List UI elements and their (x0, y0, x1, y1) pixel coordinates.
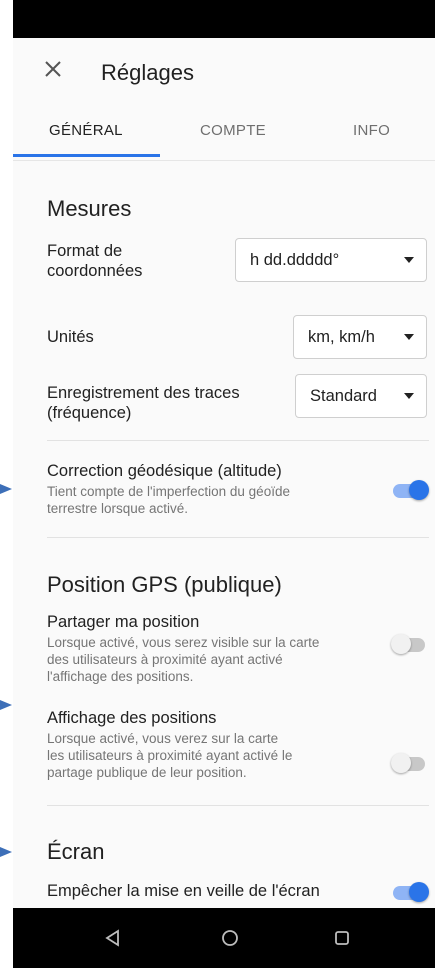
tracks-value: Standard (310, 386, 377, 405)
divider (47, 805, 429, 806)
home-circle-icon[interactable] (218, 926, 242, 950)
navigation-bar (13, 908, 435, 968)
coord-format-value: h dd.ddddd° (250, 250, 340, 269)
active-tab-indicator (13, 154, 160, 157)
app-bar: Réglages (13, 38, 435, 105)
display-positions-toggle[interactable] (391, 753, 427, 773)
divider (47, 537, 429, 538)
share-position-description: Lorsque activé, vous serez visible sur l… (47, 635, 320, 684)
annotation-arrow-icon (0, 700, 12, 710)
geodesic-toggle[interactable] (391, 480, 429, 500)
display-positions-description: Lorsque activé, vous verez sur la carte … (47, 731, 293, 780)
keep-awake-label: Empêcher la mise en veille de l'écran (47, 882, 320, 900)
toggle-thumb (391, 753, 411, 773)
tab-info[interactable]: INFO (353, 122, 390, 139)
settings-content: Mesures Format de coordonnées h dd.ddddd… (13, 161, 435, 908)
toggle-thumb (409, 480, 429, 500)
divider (47, 440, 429, 441)
toggle-thumb (409, 882, 429, 902)
tab-general[interactable]: GÉNÉRAL (49, 122, 123, 139)
display-positions-label: Affichage des positions (47, 709, 217, 727)
share-position-label: Partager ma position (47, 613, 200, 631)
tab-bar: GÉNÉRAL COMPTE INFO (13, 104, 435, 160)
dropdown-caret-icon (404, 393, 414, 399)
toggle-thumb (391, 634, 411, 654)
coord-format-label: Format de coordonnées (47, 242, 143, 280)
annotation-arrow-icon (0, 484, 12, 494)
page-title: Réglages (101, 60, 194, 85)
keep-awake-toggle[interactable] (391, 882, 429, 902)
back-triangle-icon[interactable] (101, 926, 125, 950)
units-label: Unités (47, 328, 94, 346)
section-heading-mesures: Mesures (47, 196, 132, 221)
close-icon[interactable] (38, 54, 68, 84)
status-bar (13, 0, 435, 38)
annotation-arrow-icon (0, 847, 12, 857)
tab-compte[interactable]: COMPTE (200, 122, 266, 139)
geodesic-label: Correction géodésique (altitude) (47, 462, 282, 480)
tracks-dropdown[interactable]: Standard (295, 374, 427, 418)
dropdown-caret-icon (404, 334, 414, 340)
section-heading-ecran: Écran (47, 839, 105, 864)
tracks-label: Enregistrement des traces (fréquence) (47, 384, 240, 422)
geodesic-description: Tient compte de l'imperfection du géoïde… (47, 484, 290, 516)
dropdown-caret-icon (404, 257, 414, 263)
recents-square-icon[interactable] (330, 926, 354, 950)
share-position-toggle[interactable] (391, 634, 427, 654)
section-heading-gps: Position GPS (publique) (47, 572, 282, 597)
coord-format-dropdown[interactable]: h dd.ddddd° (235, 238, 427, 282)
units-dropdown[interactable]: km, km/h (293, 315, 427, 359)
units-value: km, km/h (308, 327, 375, 346)
